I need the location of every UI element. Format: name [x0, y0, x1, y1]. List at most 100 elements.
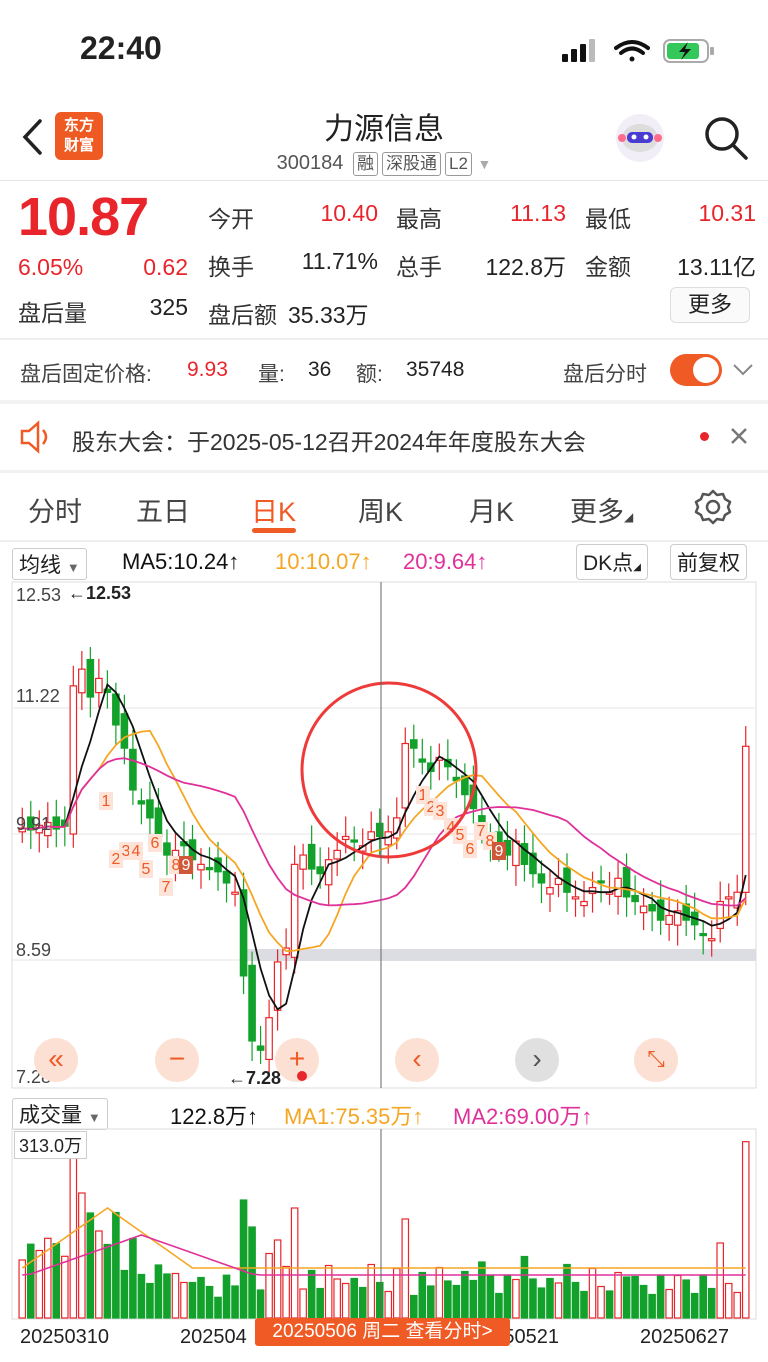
ma5-label: MA5:10.24↑ — [122, 549, 240, 574]
notice-text[interactable]: 股东大会：于2025-05-12召开2024年年度股东大会 — [72, 423, 586, 457]
ma20-label: 20:9.64↑ — [403, 549, 488, 574]
volume-bar — [52, 1243, 61, 1319]
volume-bar — [673, 1274, 682, 1319]
candle-body — [724, 896, 733, 900]
tab-daily-k[interactable]: 日K — [251, 490, 296, 529]
candle-body — [154, 807, 163, 838]
volume-chart[interactable] — [0, 1128, 768, 1320]
crosshair-date-banner[interactable]: 20250506 周二 查看分时> — [255, 1318, 510, 1346]
dropdown-icon[interactable]: ▼ — [477, 156, 491, 172]
candle-body — [112, 693, 120, 726]
volume-bar — [571, 1281, 580, 1319]
after-timeshare-toggle[interactable] — [670, 354, 722, 386]
candle-body — [78, 668, 86, 694]
volume-bar — [563, 1263, 571, 1319]
candle-body — [546, 886, 554, 895]
adjust-button[interactable]: 前复权 — [670, 544, 747, 580]
x-label-1: 20250310 — [20, 1326, 109, 1348]
scroll-left-fast-icon[interactable]: « — [34, 1038, 78, 1082]
after-amt-value: 35.33万 — [288, 302, 369, 328]
volume-bar — [188, 1281, 197, 1319]
change-amount: 0.62 — [143, 254, 188, 280]
volume-bar — [163, 1273, 171, 1319]
step-right-icon[interactable]: › — [515, 1038, 559, 1082]
candle-body — [656, 899, 665, 921]
volume-bar — [239, 1199, 248, 1319]
volume-bar — [580, 1290, 588, 1319]
more-button[interactable]: 更多 — [670, 287, 750, 323]
y-label-2: 11.22 — [16, 686, 60, 706]
indicator-select[interactable]: 均线 ▼ — [12, 548, 87, 580]
candle-body — [197, 863, 205, 871]
after-amt2-value: 35748 — [406, 358, 465, 381]
candle-body — [86, 658, 95, 698]
wifi-icon — [614, 40, 650, 62]
tab-five-day[interactable]: 五日 — [136, 490, 190, 529]
stock-code: 300184 — [276, 152, 344, 174]
volume-bar — [375, 1281, 384, 1319]
candle-body — [333, 849, 341, 860]
after-timeshare-label: 盘后分时 — [563, 363, 647, 386]
robot-assistant-icon[interactable] — [614, 112, 666, 164]
chevron-down-icon[interactable] — [732, 362, 754, 378]
settings-gear-icon[interactable] — [694, 488, 732, 526]
volume-bar — [299, 1288, 307, 1319]
candle-body — [307, 843, 316, 870]
tab-more[interactable]: 更多◢ — [570, 490, 633, 529]
candle-body — [537, 873, 546, 884]
volume-bar — [18, 1259, 27, 1319]
candle-body — [622, 866, 631, 898]
search-icon[interactable] — [702, 114, 750, 162]
candle-body — [639, 905, 648, 914]
kline-chart[interactable]: 12 3 45678 912 34 56789 — [0, 580, 768, 1090]
volume-bar — [418, 1271, 427, 1319]
current-price: 10.87 — [18, 187, 149, 247]
sequence-number: 1 — [102, 793, 111, 810]
volume-bar — [444, 1280, 452, 1319]
volume-bar — [682, 1279, 690, 1319]
volume-bar — [358, 1286, 367, 1319]
candle-body — [350, 839, 359, 843]
y-label-max: 12.53 — [16, 585, 62, 605]
sequence-number: 7 — [162, 879, 171, 896]
volume-bar — [154, 1264, 163, 1319]
volume-bar — [554, 1282, 563, 1319]
amount-value: 13.11亿 — [677, 254, 756, 280]
volume-indicator-select[interactable]: 成交量 ▼ — [12, 1098, 108, 1130]
volume-bar — [478, 1261, 486, 1319]
dk-point-button[interactable]: DK点◢ — [576, 544, 648, 580]
tab-active-indicator — [252, 528, 296, 533]
fullscreen-icon[interactable]: ⤡ — [634, 1038, 678, 1082]
tag-margin: 融 — [352, 152, 378, 176]
change-percent: 6.05% — [18, 254, 84, 280]
tab-monthly-k[interactable]: 月K — [469, 490, 514, 529]
candle-body — [741, 745, 750, 893]
ma10-label: 10:10.07↑ — [275, 549, 372, 574]
volume-bar — [733, 1291, 742, 1319]
volume-bar — [605, 1290, 614, 1319]
volume-value: 122.8万↑ — [170, 1104, 259, 1129]
candle-body — [146, 799, 154, 819]
sequence-number: 3 — [436, 803, 445, 820]
tab-weekly-k[interactable]: 周K — [358, 490, 403, 529]
close-icon[interactable] — [730, 427, 748, 445]
tag-connect: 深股通 — [381, 152, 441, 176]
volume-bar — [137, 1273, 146, 1319]
sequence-number: 6 — [151, 835, 160, 852]
candle-body — [316, 866, 324, 875]
step-left-icon[interactable]: ‹ — [395, 1038, 439, 1082]
candle-body — [341, 835, 350, 841]
volume-bar — [290, 1207, 299, 1319]
candle-body — [231, 891, 239, 895]
candle-body — [137, 800, 146, 805]
zoom-out-icon[interactable]: − — [155, 1038, 199, 1082]
candle-body — [367, 831, 376, 841]
sequence-number: 9 — [495, 843, 504, 860]
volume-bar — [656, 1275, 665, 1319]
volume-ma2: MA2:69.00万↑ — [453, 1104, 593, 1129]
tab-timeshare[interactable]: 分时 — [28, 490, 82, 529]
volume-bar — [171, 1272, 180, 1319]
sequence-number: 6 — [466, 841, 475, 858]
min-price-mark: ←7.28 — [228, 1068, 282, 1088]
notice-dot — [700, 432, 709, 441]
